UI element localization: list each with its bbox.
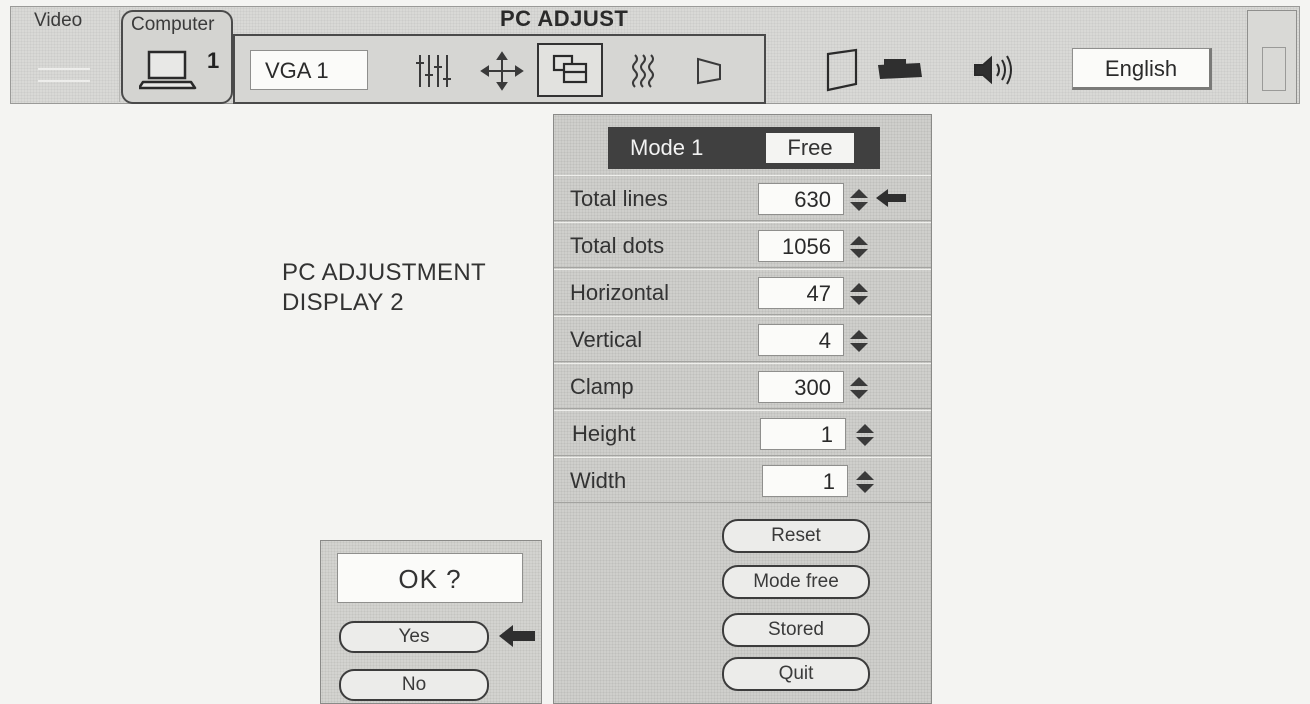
source-select[interactable]: VGA 1 [250, 50, 368, 90]
pc-adjust-panel-icon[interactable] [537, 43, 603, 97]
horizontal-value[interactable]: 47 [758, 277, 844, 309]
up-down-spinner-icon[interactable] [848, 188, 870, 212]
clamp-row[interactable]: Clamp 300 [554, 363, 931, 409]
up-down-spinner-icon[interactable] [848, 235, 870, 259]
quit-button[interactable]: Quit [722, 657, 870, 691]
vertical-value[interactable]: 4 [758, 324, 844, 356]
width-row[interactable]: Width 1 [554, 457, 931, 503]
row-label: Vertical [570, 327, 643, 352]
row-label: Clamp [570, 374, 634, 399]
row-label: Width [570, 468, 627, 493]
video-input-icon [38, 68, 90, 82]
row-label: Total dots [570, 233, 665, 258]
width-value[interactable]: 1 [762, 465, 848, 497]
total-lines-value[interactable]: 630 [758, 183, 844, 215]
caption-line-2: DISPLAY 2 [282, 289, 404, 316]
left-arrow-pointer-icon [874, 187, 908, 214]
confirm-dialog: OK ? Yes No [320, 540, 542, 704]
screen-icon[interactable] [684, 48, 734, 94]
mode-label: Mode 1 [630, 135, 704, 160]
caption-line-1: PC ADJUSTMENT [282, 259, 486, 286]
stored-button[interactable]: Stored [722, 613, 870, 647]
projector-icon[interactable] [872, 50, 928, 90]
pc-adjust-panel: Mode 1 Free Total lines 630 Total dots 1… [553, 114, 932, 704]
reset-button[interactable]: Reset [722, 519, 870, 553]
computer-tab-label: Computer [131, 14, 215, 35]
row-label: Horizontal [570, 280, 670, 305]
no-button[interactable]: No [339, 669, 489, 701]
height-value[interactable]: 1 [760, 418, 846, 450]
confirm-prompt: OK ? [337, 553, 523, 603]
left-arrow-pointer-icon [497, 623, 537, 654]
computer-tab[interactable]: Computer 1 [121, 10, 233, 104]
row-label: Total lines [570, 186, 668, 211]
height-row[interactable]: Height 1 [554, 410, 931, 456]
keystone-icon[interactable] [818, 44, 866, 96]
video-tab[interactable]: Video [16, 10, 120, 102]
yes-button[interactable]: Yes [339, 621, 489, 653]
menu-side-tab-frame [1262, 47, 1286, 91]
up-down-spinner-icon[interactable] [848, 329, 870, 353]
video-tab-label: Video [34, 10, 83, 31]
up-down-spinner-icon[interactable] [848, 282, 870, 306]
picture-adjust-icon[interactable] [620, 48, 672, 94]
up-down-spinner-icon[interactable] [854, 423, 876, 447]
up-down-spinner-icon[interactable] [854, 470, 876, 494]
computer-monitor-icon [137, 48, 201, 97]
total-lines-row[interactable]: Total lines 630 [554, 175, 931, 221]
total-dots-row[interactable]: Total dots 1056 [554, 222, 931, 268]
language-select[interactable]: English [1072, 48, 1212, 90]
pc-adjustment-caption: PC ADJUSTMENT DISPLAY 2 [282, 258, 486, 318]
total-dots-value[interactable]: 1056 [758, 230, 844, 262]
menu-title: PC ADJUST [500, 6, 629, 31]
mode-header: Mode 1 Free [608, 127, 880, 169]
pc-adjust-icon[interactable] [404, 48, 464, 94]
mode-value[interactable]: Free [766, 133, 854, 163]
vertical-row[interactable]: Vertical 4 [554, 316, 931, 362]
menu-side-tab[interactable] [1247, 10, 1297, 104]
clamp-value[interactable]: 300 [758, 371, 844, 403]
horizontal-row[interactable]: Horizontal 47 [554, 269, 931, 315]
row-label: Height [572, 421, 636, 446]
speaker-icon[interactable] [966, 50, 1026, 90]
computer-number: 1 [207, 48, 220, 73]
mode-free-button[interactable]: Mode free [722, 565, 870, 599]
position-arrows-icon[interactable] [474, 48, 530, 94]
up-down-spinner-icon[interactable] [848, 376, 870, 400]
